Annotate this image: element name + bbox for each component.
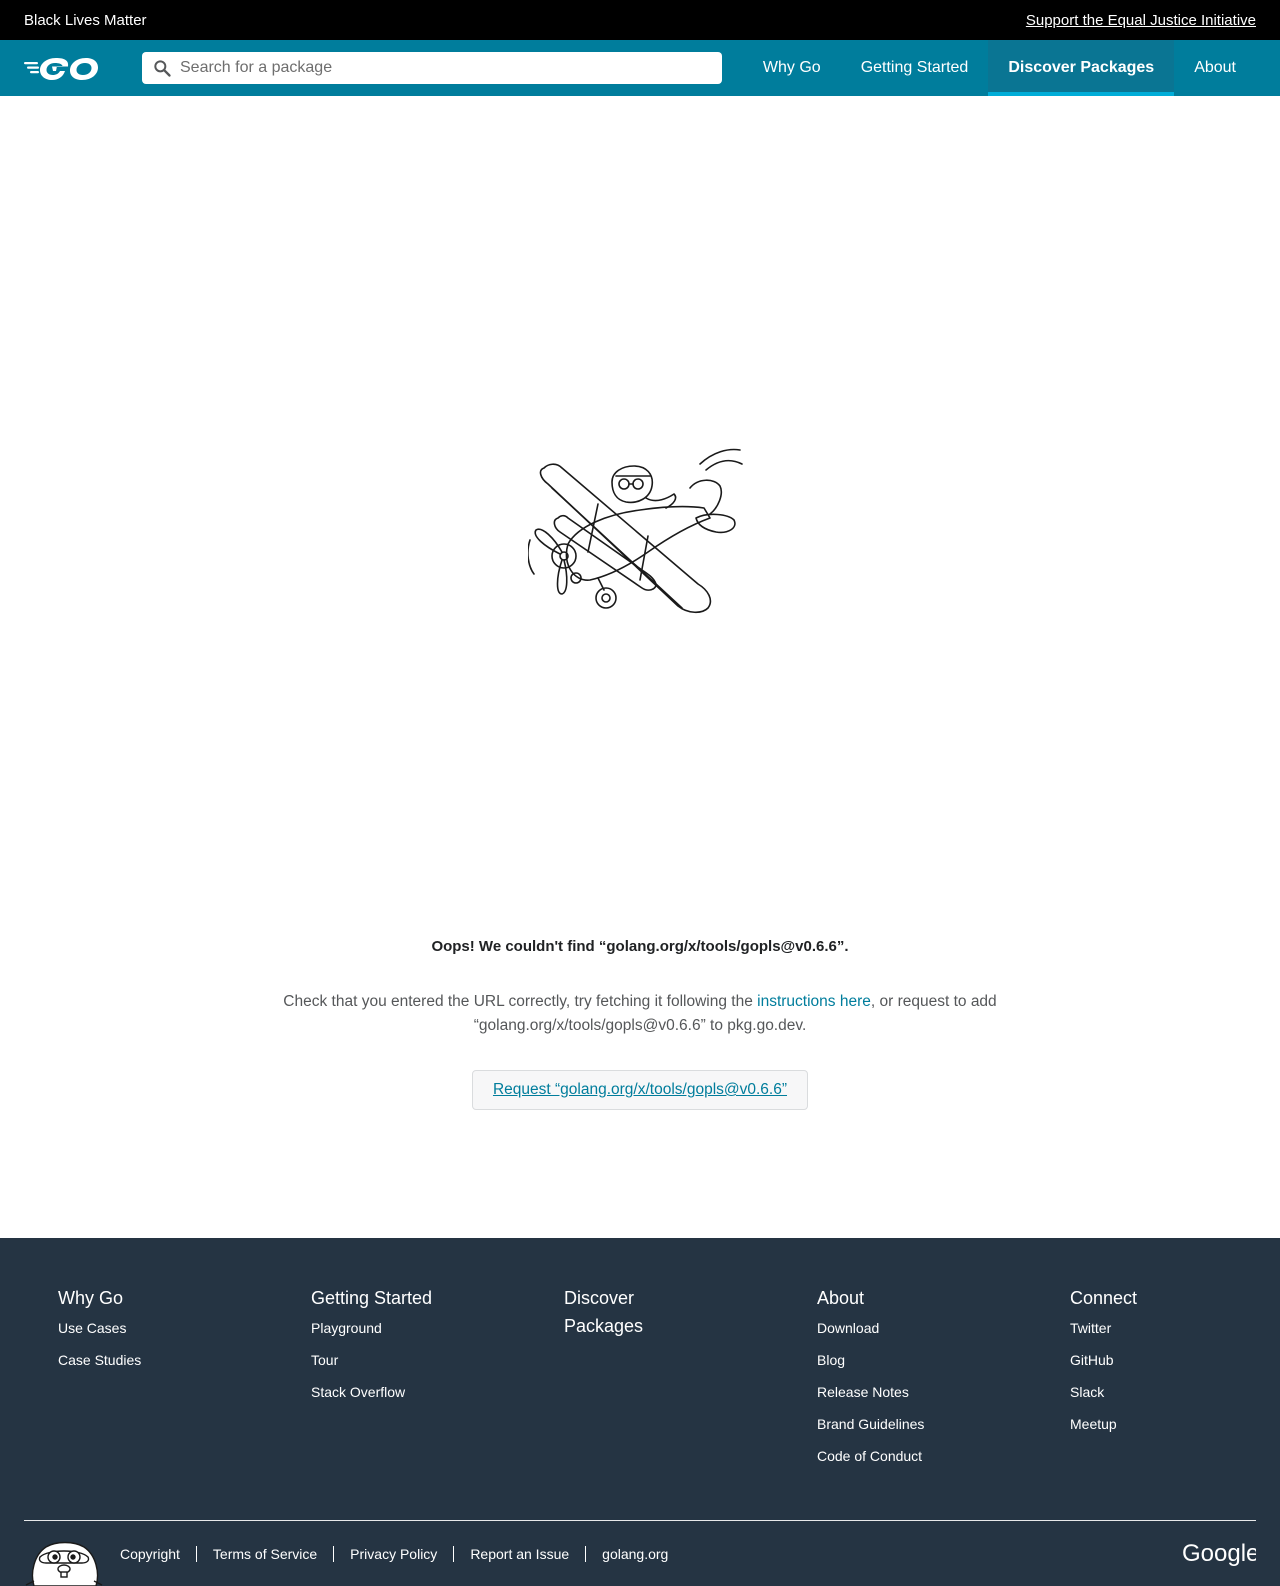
instructions-link[interactable]: instructions here — [757, 993, 871, 1010]
footer-column-title: Why Go — [58, 1288, 124, 1308]
nav-about[interactable]: About — [1174, 40, 1256, 96]
footer-link-privacy-policy[interactable]: Privacy Policy — [333, 1546, 453, 1562]
footer-column-getting-started: Getting Started Playground Tour Stack Ov… — [311, 1284, 511, 1400]
error-message-part-1: Check that you entered the URL correctly… — [283, 993, 758, 1010]
footer-column-about: About Download Blog Release Notes Brand … — [817, 1284, 1017, 1464]
footer-column-title: Getting Started — [311, 1288, 433, 1308]
footer-link-code-of-conduct[interactable]: Code of Conduct — [817, 1448, 1017, 1464]
error-message: Check that you entered the URL correctly… — [270, 990, 1010, 1038]
gopher-biplane-icon — [528, 448, 743, 614]
footer-link-report-issue[interactable]: Report an Issue — [453, 1546, 585, 1562]
footer-column-title: Connect — [1070, 1288, 1138, 1308]
error-heading: Oops! We couldn't find “golang.org/x/too… — [431, 938, 849, 955]
footer-link-copyright[interactable]: Copyright — [120, 1546, 196, 1562]
footer-column-why-go: Why Go Use Cases Case Studies — [58, 1284, 258, 1368]
footer-link-terms-of-service[interactable]: Terms of Service — [195, 1546, 333, 1562]
top-banner: Black Lives Matter Support the Equal Jus… — [0, 0, 1280, 40]
footer-bottom-links: Copyright Terms of Service Privacy Polic… — [120, 1543, 684, 1565]
footer-link-stack-overflow[interactable]: Stack Overflow — [311, 1384, 511, 1400]
footer-column-connect: Connect Twitter GitHub Slack Meetup — [1070, 1284, 1270, 1432]
google-logo-icon: Google — [1182, 1540, 1256, 1567]
footer-link-blog[interactable]: Blog — [817, 1352, 1017, 1368]
footer-bottom: Copyright Terms of Service Privacy Polic… — [24, 1521, 1256, 1586]
banner-title: Black Lives Matter — [24, 11, 147, 29]
footer-link-golang-org[interactable]: golang.org — [585, 1546, 684, 1562]
footer-link-download[interactable]: Download — [817, 1320, 1017, 1336]
search-box — [142, 52, 722, 84]
footer-link-use-cases[interactable]: Use Cases — [58, 1320, 258, 1336]
footer-link-tour[interactable]: Tour — [311, 1352, 511, 1368]
go-logo-icon — [24, 58, 98, 80]
gopher-mascot-icon — [25, 1541, 103, 1586]
search-icon[interactable] — [142, 52, 178, 84]
footer-link-meetup[interactable]: Meetup — [1070, 1416, 1270, 1432]
banner-eji-link[interactable]: Support the Equal Justice Initiative — [1026, 12, 1256, 29]
footer-link-release-notes[interactable]: Release Notes — [817, 1384, 1017, 1400]
footer-link-twitter[interactable]: Twitter — [1070, 1320, 1270, 1336]
main-nav: Why Go Getting Started Discover Packages… — [743, 40, 1256, 96]
footer-link-slack[interactable]: Slack — [1070, 1384, 1270, 1400]
nav-discover-packages[interactable]: Discover Packages — [988, 40, 1175, 96]
nav-why-go[interactable]: Why Go — [743, 40, 841, 96]
google-logo-text: Google — [1182, 1540, 1256, 1567]
site-header: Why Go Getting Started Discover Packages… — [0, 40, 1280, 96]
footer-link-github[interactable]: GitHub — [1070, 1352, 1270, 1368]
footer-link-case-studies[interactable]: Case Studies — [58, 1352, 258, 1368]
request-package-button[interactable]: Request “golang.org/x/tools/gopls@v0.6.6… — [472, 1070, 808, 1110]
nav-getting-started[interactable]: Getting Started — [841, 40, 989, 96]
footer-column-title: About — [817, 1288, 865, 1308]
footer-link-playground[interactable]: Playground — [311, 1320, 511, 1336]
footer-column-title[interactable]: Discover Packages — [564, 1284, 664, 1340]
footer-link-brand-guidelines[interactable]: Brand Guidelines — [817, 1416, 1017, 1432]
site-footer: Why Go Use Cases Case Studies Getting St… — [0, 1238, 1280, 1586]
search-input[interactable] — [178, 53, 722, 83]
footer-column-discover-packages: Discover Packages — [564, 1284, 664, 1348]
